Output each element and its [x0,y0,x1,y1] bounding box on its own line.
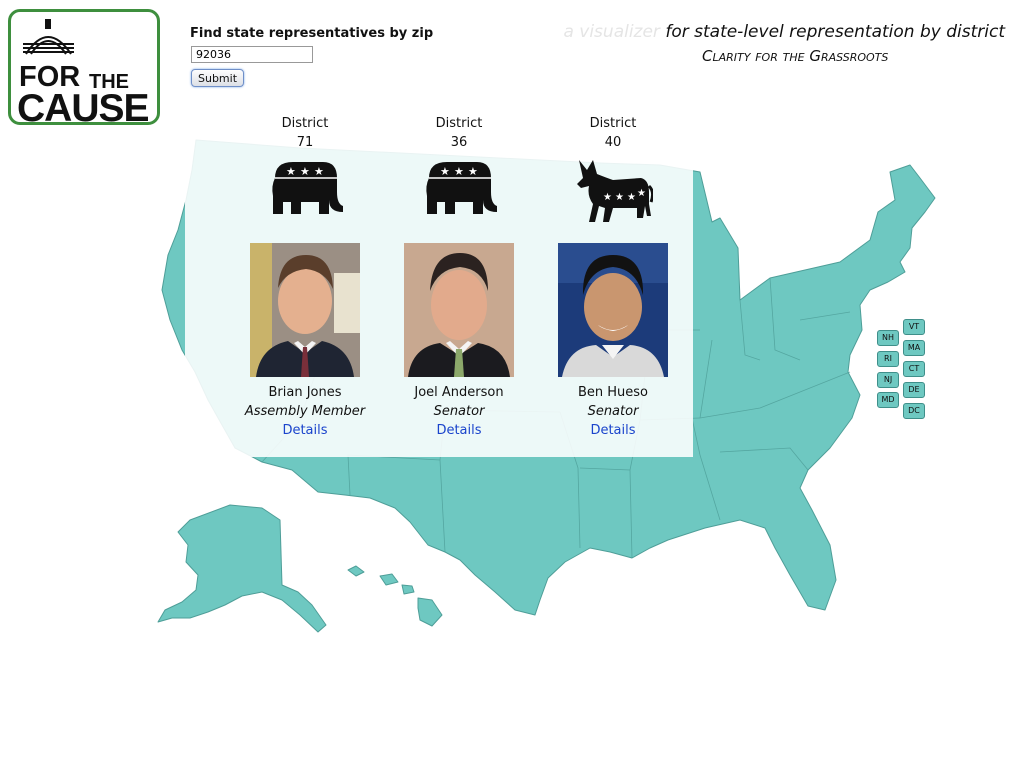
svg-text:★: ★ [603,192,612,203]
representative-role: Assembly Member [244,404,366,419]
state-button-nj[interactable]: NJ [877,372,899,388]
state-button-ma[interactable]: MA [903,340,925,356]
district-number: 36 [450,135,468,150]
state-button-dc[interactable]: DC [903,403,925,419]
district-label: District [435,116,483,131]
details-link[interactable]: Details [538,421,688,440]
state-button-ct[interactable]: CT [903,361,925,377]
logo-word-cause: CAUSE [17,87,150,130]
svg-text:★: ★ [454,165,464,178]
details-link[interactable]: Details [230,421,380,440]
state-button-nh[interactable]: NH [877,330,899,346]
state-button-ri[interactable]: RI [877,351,899,367]
zip-input[interactable] [191,46,313,63]
svg-text:★: ★ [637,188,646,199]
svg-text:★: ★ [615,192,624,203]
state-button-de[interactable]: DE [903,382,925,398]
svg-text:★: ★ [300,165,310,178]
state-button-md[interactable]: MD [877,392,899,408]
representative-role: Senator [587,404,639,419]
republican-elephant-icon: ★ ★ ★ [426,162,497,214]
subtagline: Clarity for the Grassroots [702,47,889,65]
alaska-map[interactable] [157,504,327,633]
representative-photo [404,243,514,377]
tagline-faded: a visualizer [563,22,666,42]
representatives-panel: District 71 ★ ★ ★ Brian Jones Assembly M… [185,100,693,457]
representative-card: District 71 ★ ★ ★ Brian Jones Assembly M… [230,114,380,440]
representative-name: Brian Jones [268,385,342,400]
district-number: 71 [296,135,314,150]
representative-photo [558,243,668,377]
district-label: District [589,116,637,131]
zip-search-label: Find state representatives by zip [190,26,434,41]
democrat-donkey-icon: ★ ★ ★ ★ [577,160,653,222]
svg-text:★: ★ [468,165,478,178]
for-the-cause-logo[interactable]: FOR THE CAUSE [8,9,160,129]
representative-name: Ben Hueso [577,385,649,400]
republican-elephant-icon: ★ ★ ★ [272,162,343,214]
submit-button[interactable]: Submit [191,69,244,87]
representative-name: Joel Anderson [414,385,504,400]
district-label: District [281,116,329,131]
state-button-vt[interactable]: VT [903,319,925,335]
details-link[interactable]: Details [384,421,534,440]
svg-text:★: ★ [440,165,450,178]
representative-role: Senator [433,404,485,419]
representative-photo [250,243,360,377]
hawaii-map[interactable] [347,565,443,627]
district-number: 40 [604,135,622,150]
representative-card: District 40 ★ ★ ★ ★ Ben Hueso Senator De… [538,114,688,440]
svg-text:★: ★ [286,165,296,178]
svg-text:★: ★ [627,192,636,203]
svg-text:★: ★ [314,165,324,178]
tagline: a visualizer for state-level representat… [563,22,1005,42]
representative-card: District 36 ★ ★ ★ Joel Anderson Senator … [384,114,534,440]
tagline-main: for state-level representation by distri… [665,22,1005,42]
